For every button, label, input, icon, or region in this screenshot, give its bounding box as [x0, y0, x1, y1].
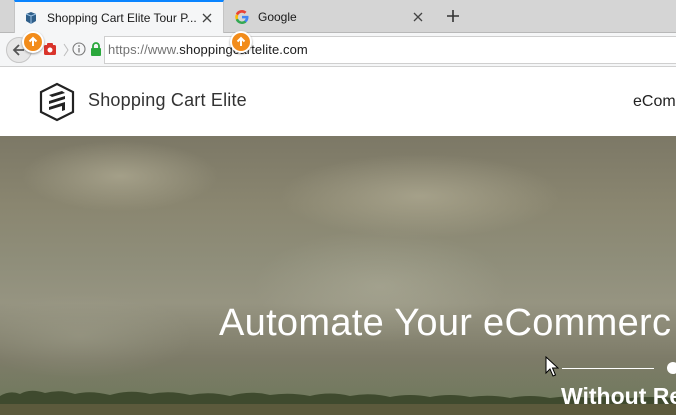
tab-title: Google — [258, 9, 297, 24]
tab-title: Shopping Cart Elite Tour P... — [47, 10, 197, 25]
shopping-cart-elite-favicon-icon — [23, 10, 39, 26]
navigation-bar: https://www.shoppingcartelite.com — [0, 33, 676, 67]
hero-dot — [667, 362, 676, 374]
upload-marker-icon — [22, 31, 44, 53]
plus-icon — [447, 10, 459, 22]
tab-bar: Shopping Cart Elite Tour P... Google — [0, 0, 676, 33]
hero-headline: Automate Your eCommerc — [219, 302, 672, 344]
hero-banner: Automate Your eCommerc Without Re — [0, 136, 676, 415]
nav-item-ecommerce[interactable]: eCom — [633, 93, 676, 111]
close-icon[interactable] — [199, 10, 215, 26]
url-text[interactable]: https://www.shoppingcartelite.com — [108, 42, 308, 57]
hero-subheadline: Without Re — [561, 383, 676, 409]
hero-divider — [562, 368, 654, 369]
tab-shopping-cart-elite[interactable]: Shopping Cart Elite Tour P... — [14, 0, 224, 33]
upload-marker-icon — [230, 31, 252, 53]
google-favicon-icon — [234, 9, 250, 25]
close-icon[interactable] — [410, 9, 426, 25]
tab-google[interactable]: Google — [226, 0, 434, 33]
brand-name[interactable]: Shopping Cart Elite — [88, 90, 247, 111]
new-tab-button[interactable] — [440, 4, 466, 28]
shopping-cart-elite-logo-icon[interactable] — [38, 82, 76, 122]
mouse-cursor-icon — [545, 356, 559, 377]
separator-chevron-icon — [62, 42, 70, 58]
info-icon[interactable] — [72, 42, 86, 56]
extension-icon[interactable] — [42, 41, 58, 57]
url-scheme: https://www. — [108, 42, 180, 57]
lock-icon[interactable] — [90, 42, 102, 56]
